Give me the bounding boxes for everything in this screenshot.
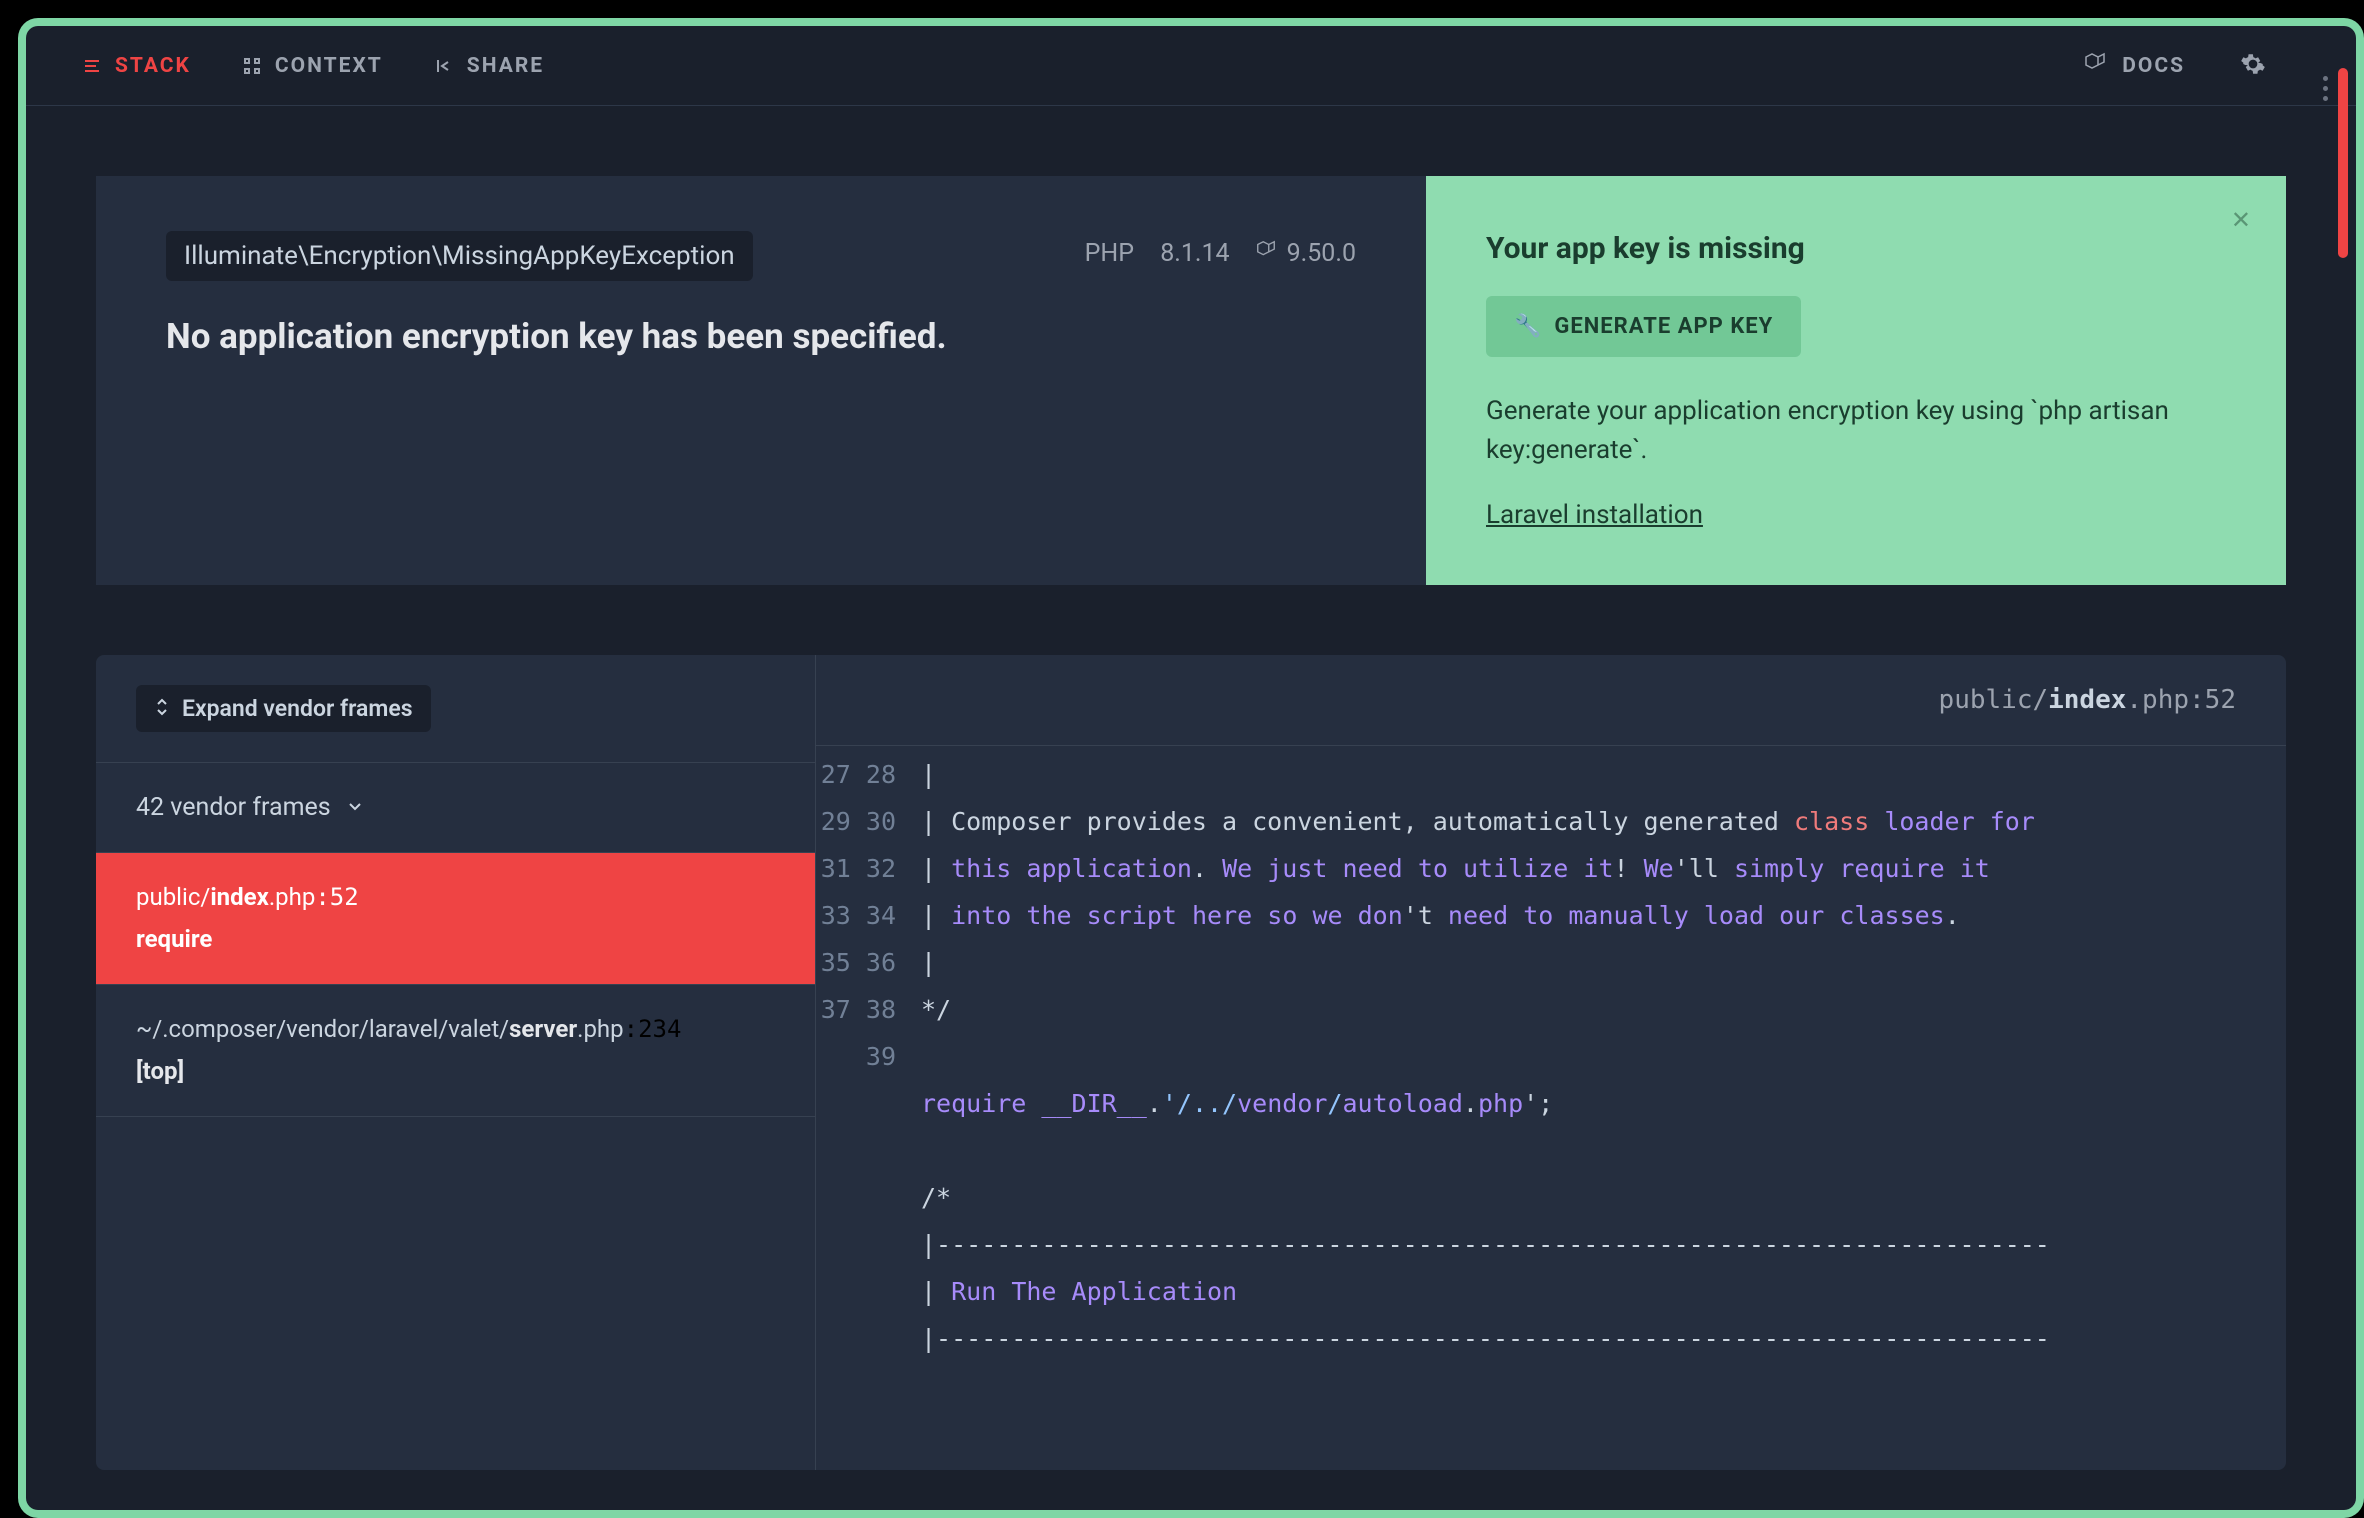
topbar: STACK CONTEXT SHARE DOCS: [26, 26, 2356, 106]
solution-link[interactable]: Laravel installation: [1486, 500, 1703, 530]
gear-icon[interactable]: [2240, 51, 2266, 81]
vendor-frames-toggle[interactable]: 42 vendor frames: [96, 763, 815, 853]
chevron-down-icon: [346, 793, 364, 822]
php-version: PHP 8.1.14: [1085, 239, 1230, 268]
laravel-icon: [2083, 51, 2107, 81]
code-area: 27 28 29 30 31 32 33 34 35 36 37 38 39 |…: [816, 746, 2286, 1470]
tab-label: CONTEXT: [275, 54, 383, 78]
versions: PHP 8.1.14 9.50.0: [1085, 239, 1356, 268]
vendor-count: 42 vendor frames: [136, 793, 331, 822]
expand-label: Expand vendor frames: [182, 695, 413, 722]
tab-share[interactable]: SHARE: [433, 54, 544, 78]
tab-stack[interactable]: STACK: [81, 54, 191, 78]
stack-frame[interactable]: public/index.php:52 require: [96, 853, 815, 985]
close-icon[interactable]: ✕: [2231, 206, 2251, 234]
stack-frame[interactable]: ~/.composer/vendor/laravel/valet/server.…: [96, 985, 815, 1117]
generate-key-button[interactable]: 🔧 GENERATE APP KEY: [1486, 296, 1801, 357]
button-label: GENERATE APP KEY: [1554, 314, 1773, 339]
error-title: No application encryption key has been s…: [166, 316, 1356, 357]
hero: PHP 8.1.14 9.50.0 Illuminate\Encryption\…: [96, 176, 2286, 585]
scroll-indicator[interactable]: [2338, 68, 2348, 258]
tab-label: SHARE: [467, 54, 544, 78]
share-icon: [433, 55, 455, 77]
exception-class: Illuminate\Encryption\MissingAppKeyExcep…: [166, 231, 753, 281]
code-viewer: public/index.php:52 27 28 29 30 31 32 33…: [816, 655, 2286, 1470]
error-panel: PHP 8.1.14 9.50.0 Illuminate\Encryption\…: [96, 176, 1426, 585]
solution-description: Generate your application encryption key…: [1486, 392, 2226, 470]
laravel-version: 9.50.0: [1255, 239, 1356, 268]
laravel-icon: [1255, 239, 1277, 268]
frames-list: Expand vendor frames 42 vendor frames pu…: [96, 655, 816, 1470]
file-path-header: public/index.php:52: [816, 655, 2286, 746]
overflow-menu-icon[interactable]: [2323, 76, 2328, 101]
tab-context[interactable]: CONTEXT: [241, 54, 383, 78]
line-gutter: 27 28 29 30 31 32 33 34 35 36 37 38 39: [816, 751, 921, 1470]
context-icon: [241, 55, 263, 77]
solution-title: Your app key is missing: [1486, 231, 2226, 266]
stack-icon: [81, 55, 103, 77]
docs-label: DOCS: [2122, 54, 2185, 78]
code-lines: | | Composer provides a convenient, auto…: [921, 751, 2286, 1470]
expand-icon: [154, 695, 170, 722]
wrench-icon: 🔧: [1514, 314, 1542, 339]
docs-link[interactable]: DOCS: [2083, 51, 2185, 81]
stack-panel: Expand vendor frames 42 vendor frames pu…: [96, 655, 2286, 1470]
solution-panel: ✕ Your app key is missing 🔧 GENERATE APP…: [1426, 176, 2286, 585]
expand-vendor-button[interactable]: Expand vendor frames: [136, 685, 431, 732]
tab-label: STACK: [115, 54, 191, 78]
